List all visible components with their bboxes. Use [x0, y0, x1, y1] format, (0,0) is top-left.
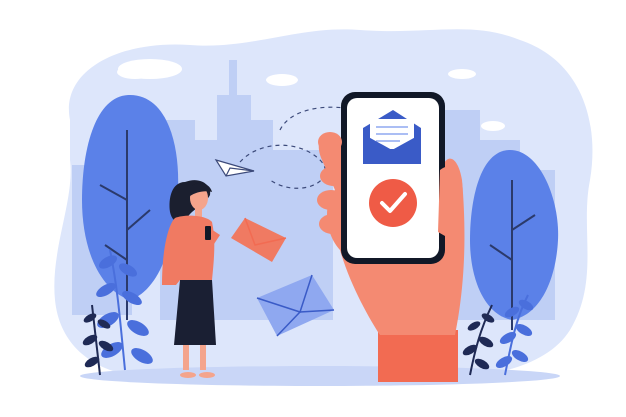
check-circle-icon: [369, 179, 417, 227]
sleeve: [378, 330, 458, 382]
cloud-mid: [266, 74, 298, 86]
ground: [80, 366, 560, 386]
email-notification-illustration: [54, 29, 593, 386]
